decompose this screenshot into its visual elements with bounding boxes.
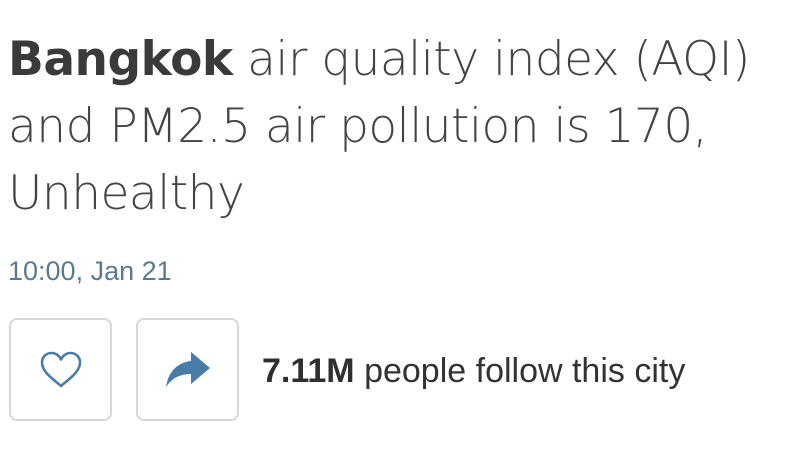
update-timestamp: 10:00, Jan 21 [8, 256, 172, 286]
like-button[interactable] [9, 318, 112, 421]
share-button[interactable] [136, 318, 239, 421]
share-arrow-icon [165, 351, 210, 387]
heart-icon [40, 351, 81, 387]
followers-info: 7.11M people follow this city [262, 349, 685, 393]
followers-label: people follow this city [354, 352, 686, 390]
city-name: Bangkok [8, 32, 233, 87]
page-title: Bangkok air quality index (AQI) and PM2.… [8, 26, 798, 227]
followers-count: 7.11M [262, 352, 355, 390]
